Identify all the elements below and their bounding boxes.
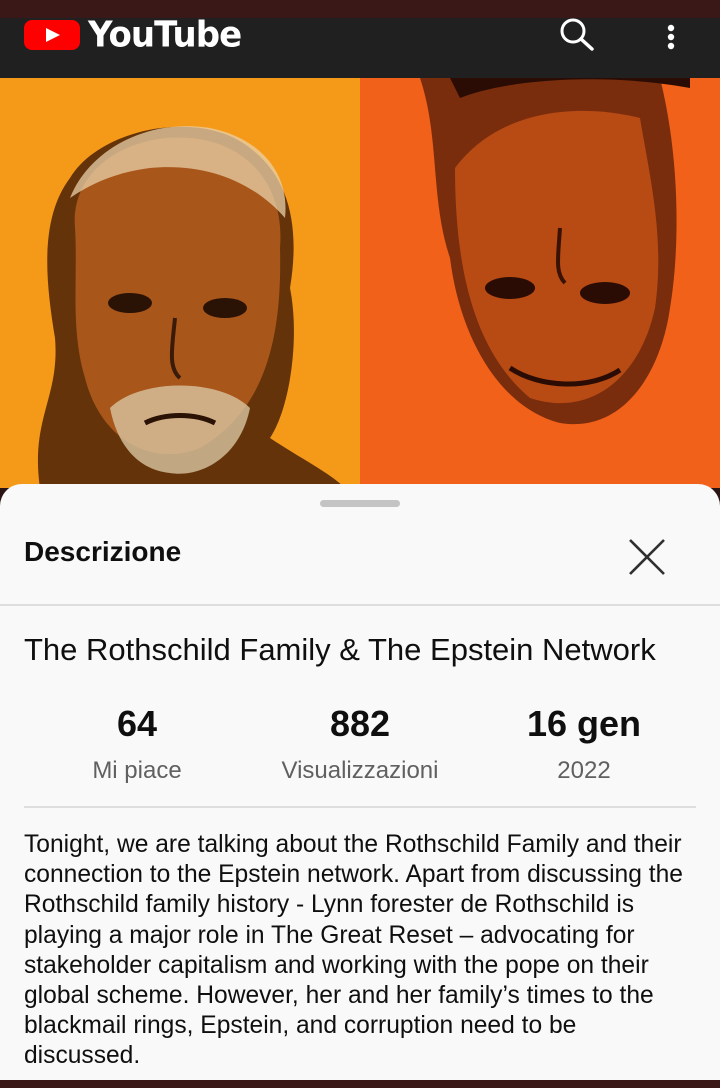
- video-description: Tonight, we are talking about the Rothsc…: [24, 831, 683, 1070]
- youtube-logo-icon: [24, 20, 80, 50]
- youtube-logo[interactable]: YouTube: [24, 14, 242, 56]
- description-sheet: Descrizione The Rothschild Family & The …: [0, 484, 720, 1088]
- brand-name: YouTube: [88, 14, 242, 56]
- divider: [24, 806, 696, 808]
- views-label: Visualizzazioni: [281, 757, 439, 784]
- likes-label: Mi piace: [92, 757, 182, 784]
- sheet-title: Descrizione: [24, 536, 182, 567]
- upload-date: 16 gen: [526, 703, 642, 744]
- likes-stat: 64 Mi piace: [27, 702, 247, 786]
- video-thumbnail[interactable]: [0, 78, 720, 488]
- divider: [0, 604, 720, 606]
- portrait-right-image: [420, 78, 690, 425]
- drag-handle[interactable]: [320, 500, 400, 507]
- views-count: 882: [329, 703, 391, 744]
- search-icon[interactable]: [556, 18, 596, 52]
- thumbnail-right-panel: [360, 78, 720, 488]
- views-stat: 882 Visualizzazioni: [250, 702, 470, 786]
- app-bar: YouTube: [0, 14, 720, 78]
- more-vert-icon[interactable]: [656, 20, 686, 54]
- likes-count: 64: [116, 703, 158, 744]
- thumbnail-left-panel: [0, 78, 360, 488]
- upload-year: 2022: [557, 757, 611, 784]
- date-stat: 16 gen 2022: [474, 702, 694, 786]
- video-title: The Rothschild Family & The Epstein Netw…: [24, 632, 656, 667]
- bottom-strip: [0, 1080, 720, 1088]
- portrait-left-image: [37, 126, 346, 488]
- close-icon[interactable]: [624, 534, 670, 580]
